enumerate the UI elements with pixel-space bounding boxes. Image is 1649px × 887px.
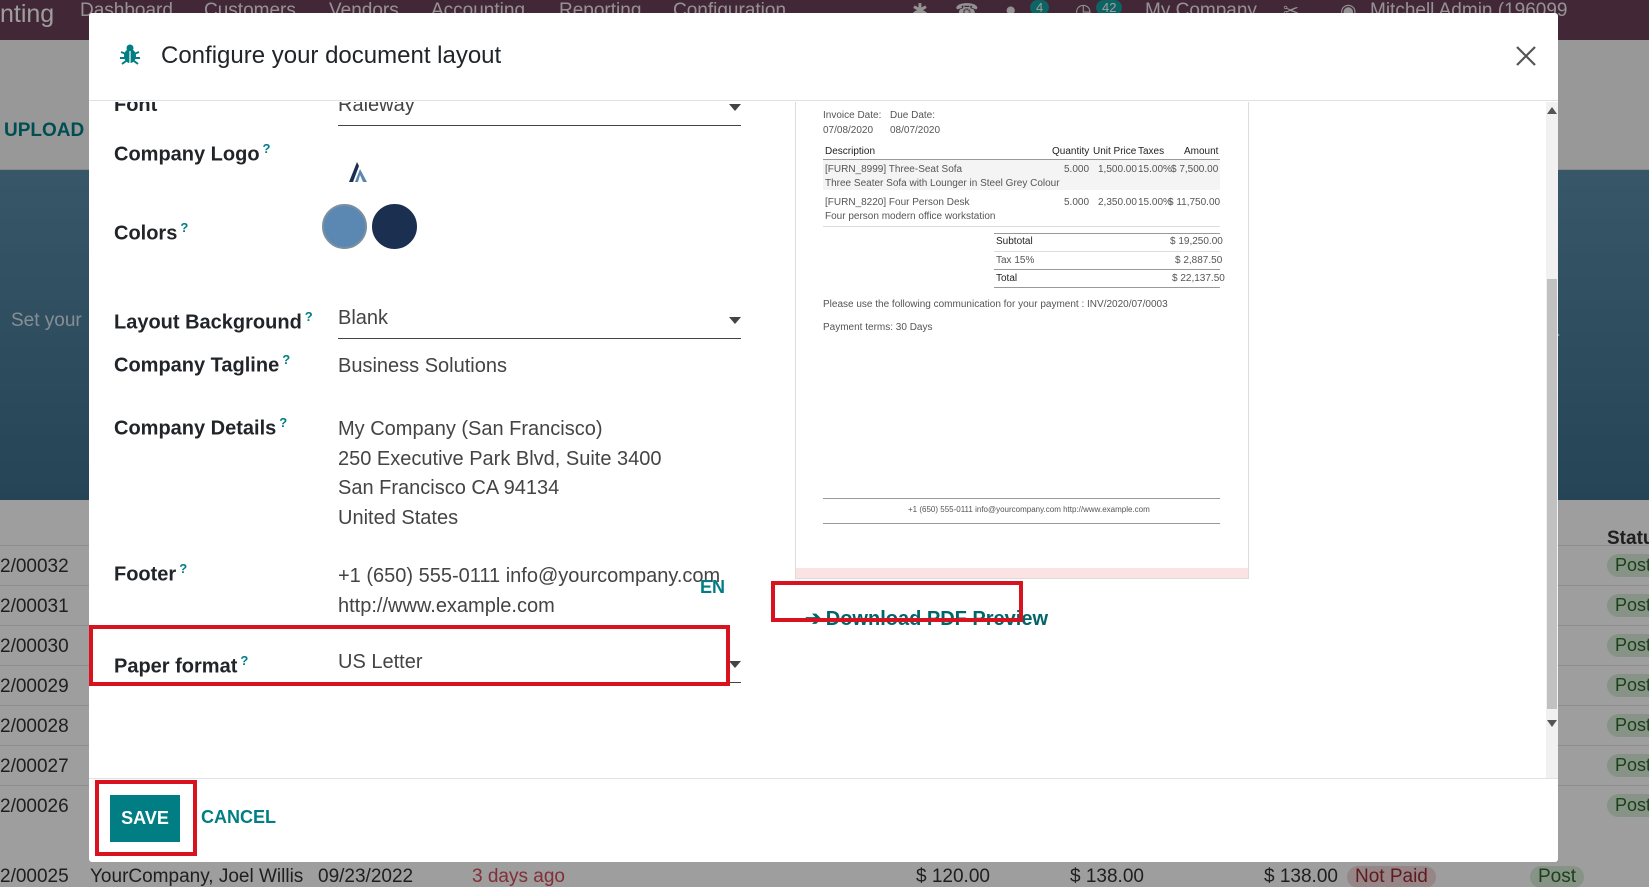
layout-background-value: Blank <box>338 307 389 329</box>
details-line: United States <box>338 506 459 529</box>
footer-input[interactable]: +1 (650) 555-0111 info@yourcompany.com h… <box>338 565 720 624</box>
font-value: Raleway <box>338 102 415 116</box>
divider <box>823 498 1220 499</box>
preview-line-amount: $ 7,500.00 <box>1171 164 1219 175</box>
preview-tax-label: Tax 15% <box>996 255 1035 266</box>
preview-tax: $ 2,887.50 <box>1175 255 1223 266</box>
dialog-title: Configure your document layout <box>161 42 502 69</box>
chevron-down-icon <box>729 661 741 668</box>
preview-line-price: 1,500.00 <box>1098 164 1137 175</box>
preview-due-date-label: Due Date: <box>890 110 936 121</box>
preview-col-taxes: Taxes <box>1138 146 1165 157</box>
preview-due-date: 08/07/2020 <box>890 125 941 136</box>
help-icon[interactable]: ? <box>282 352 290 367</box>
download-highlight <box>771 581 1023 622</box>
help-icon[interactable]: ? <box>179 561 187 576</box>
font-label: Font <box>114 102 158 116</box>
colors-label: Colors? <box>114 220 189 245</box>
preview-line-desc2: Three Seater Sofa with Lounger in Steel … <box>825 178 1060 189</box>
translate-button[interactable]: EN <box>700 577 725 598</box>
preview-line-qty: 5.000 <box>1064 164 1090 175</box>
details-line: 250 Executive Park Blvd, Suite 3400 <box>338 447 662 470</box>
cancel-button[interactable]: CANCEL <box>201 807 276 828</box>
preview-subtotal-label: Subtotal <box>996 236 1033 247</box>
document-layout-dialog: Configure your document layout Font Rale… <box>89 13 1558 862</box>
preview-invoice-date: 07/08/2020 <box>823 125 874 136</box>
divider <box>994 251 1220 252</box>
preview-line-tax: 15.00% <box>1138 197 1172 208</box>
close-icon[interactable] <box>1509 39 1543 73</box>
company-logo-image[interactable] <box>347 160 369 184</box>
footer-label: Footer? <box>114 561 188 586</box>
preview-payment-terms: Payment terms: 30 Days <box>823 322 933 333</box>
details-line: My Company (San Francisco) <box>338 418 603 440</box>
preview-line-amount: $ 11,750.00 <box>1168 197 1221 208</box>
footer-line: http://www.example.com <box>338 594 555 617</box>
divider <box>994 233 1220 234</box>
company-details-label: Company Details? <box>114 415 288 440</box>
preview-line-tax: 15.00% <box>1138 164 1172 175</box>
footer-line: +1 (650) 555-0111 info@yourcompany.com <box>338 565 721 587</box>
scroll-down-icon[interactable] <box>1547 720 1557 727</box>
preview-line-desc: [FURN_8999] Three-Seat Sofa <box>825 164 963 175</box>
divider <box>994 269 1220 270</box>
chevron-down-icon <box>729 317 741 324</box>
company-details-input[interactable]: My Company (San Francisco) 250 Executive… <box>338 418 662 536</box>
dialog-body: Font Raleway Company Logo? Colors? Layou… <box>89 102 1558 778</box>
dialog-scrollbar[interactable] <box>1546 102 1558 778</box>
preview-subtotal: $ 19,250.00 <box>1170 236 1223 247</box>
company-tagline-label: Company Tagline? <box>114 352 291 377</box>
divider <box>823 523 1220 524</box>
details-line: San Francisco CA 94134 <box>338 477 560 499</box>
help-icon[interactable]: ? <box>279 415 287 430</box>
help-icon[interactable]: ? <box>305 309 313 324</box>
preview-page-edge <box>796 568 1248 578</box>
paper-format-highlight <box>89 625 730 686</box>
preview-col-unit-price: Unit Price <box>1093 146 1137 157</box>
company-logo-label: Company Logo? <box>114 141 271 166</box>
save-highlight <box>95 780 197 856</box>
preview-total-label: Total <box>996 273 1018 284</box>
scroll-up-icon[interactable] <box>1547 107 1557 114</box>
dialog-footer: SAVE CANCEL <box>89 778 1558 862</box>
divider <box>994 287 1220 288</box>
document-preview: Invoice Date: Due Date: 07/08/2020 08/07… <box>795 102 1249 579</box>
preview-total: $ 22,137.50 <box>1172 273 1225 284</box>
preview-line-desc2: Four person modern office workstation <box>825 211 996 222</box>
dialog-header: Configure your document layout <box>89 13 1558 101</box>
preview-line-qty: 5.000 <box>1064 197 1090 208</box>
help-icon[interactable]: ? <box>180 220 188 235</box>
help-icon[interactable]: ? <box>263 141 271 156</box>
layout-background-label: Layout Background? <box>114 309 313 334</box>
font-select[interactable]: Raleway <box>338 102 741 126</box>
divider <box>823 226 1220 227</box>
chevron-down-icon <box>729 104 741 111</box>
preview-invoice-date-label: Invoice Date: <box>823 110 882 121</box>
primary-color-picker[interactable] <box>322 204 367 249</box>
preview-line-desc: [FURN_8220] Four Person Desk <box>825 197 970 208</box>
preview-col-quantity: Quantity <box>1052 146 1090 157</box>
bug-icon <box>120 44 140 65</box>
scrollbar-thumb[interactable] <box>1547 279 1557 709</box>
preview-col-amount: Amount <box>1184 146 1219 157</box>
secondary-color-picker[interactable] <box>372 204 417 249</box>
preview-col-description: Description <box>825 146 876 157</box>
preview-footer: +1 (650) 555-0111 info@yourcompany.com h… <box>908 505 1150 514</box>
company-tagline-input[interactable]: Business Solutions <box>338 355 507 378</box>
preview-line-price: 2,350.00 <box>1098 197 1137 208</box>
preview-communication: Please use the following communication f… <box>823 299 1168 310</box>
layout-background-select[interactable]: Blank <box>338 305 741 339</box>
